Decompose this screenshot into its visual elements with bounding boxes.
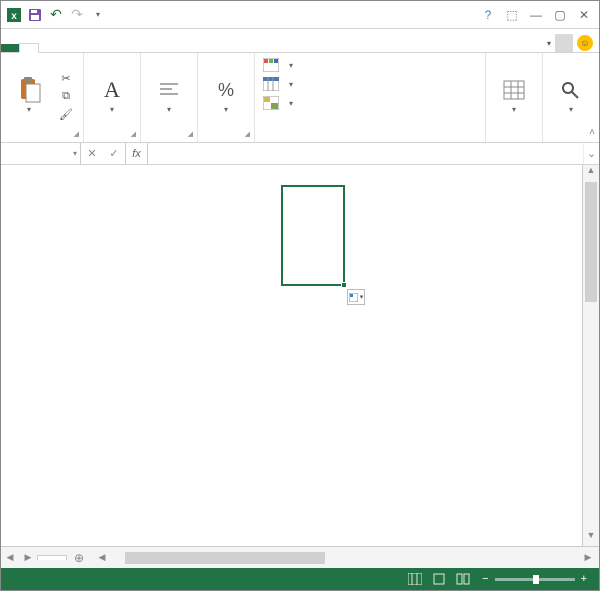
format-painter-icon[interactable]: 🖌 [57,107,75,123]
alignment-icon [157,78,181,102]
window-buttons: ? ⬚ — ▢ ✕ [477,6,595,24]
group-label-font [92,136,132,140]
group-alignment [141,53,198,142]
font-icon: A [100,78,124,102]
status-bar: − + [1,568,599,590]
group-label-styles [263,136,477,140]
zoom-slider[interactable] [495,578,575,581]
cut-icon[interactable]: ✂ [57,71,75,87]
tab-review[interactable] [75,44,93,52]
alignment-button[interactable] [149,78,189,115]
format-as-table-button[interactable] [263,76,293,92]
format-as-table-icon [263,77,279,91]
group-label-alignment [149,136,189,140]
tab-powerpivot[interactable] [111,44,129,52]
qat-custom-icon[interactable]: ▾ [89,6,107,24]
tab-loadtest[interactable] [93,44,111,52]
expand-formula-icon[interactable]: ⌄ [583,143,599,164]
user-area[interactable]: ▾ ☺ [543,34,599,52]
spreadsheet-grid[interactable]: ▲▼ [1,165,599,546]
sheet-tab-bar: ◀ ▶ ⊕ ◀▶ [1,546,599,568]
copy-icon[interactable]: ⧉ [57,89,75,105]
feedback-icon[interactable]: ☺ [577,35,593,51]
zoom-in-icon[interactable]: + [581,573,587,585]
sheet-nav-prev[interactable]: ◀ [1,552,19,563]
formula-bar: ✕ ✓ fx ⌄ [1,143,599,165]
number-button[interactable]: % [206,78,246,115]
font-button[interactable]: A [92,78,132,115]
group-label-clipboard [9,136,75,140]
sheet-nav-next[interactable]: ▶ [19,552,37,563]
undo-icon[interactable]: ↶ [47,6,65,24]
vertical-scrollbar[interactable]: ▲▼ [582,165,599,546]
cells-icon [502,78,526,102]
enter-formula-icon[interactable]: ✓ [103,147,125,160]
view-pagebreak-icon[interactable] [452,571,474,587]
horizontal-scrollbar[interactable]: ◀▶ [95,551,595,565]
ribbon-tabs: ▾ ☺ [1,29,599,53]
fill-handle[interactable] [341,282,347,288]
help-icon[interactable]: ? [477,6,499,24]
group-label-number [206,136,246,140]
collapse-ribbon-icon[interactable]: ˄ [589,127,595,138]
redo-icon[interactable]: ↷ [68,6,86,24]
view-normal-icon[interactable] [404,571,426,587]
group-font: A [84,53,141,142]
avatar[interactable] [555,34,573,52]
conditional-formatting-icon [263,58,279,72]
editing-button[interactable] [551,78,591,115]
group-label-editing [551,136,591,140]
cell-styles-button[interactable] [263,95,293,111]
save-icon[interactable] [26,6,44,24]
zoom-out-icon[interactable]: − [482,573,488,585]
sheet-tab[interactable] [37,555,67,560]
name-box[interactable] [1,143,81,164]
paste-button[interactable] [9,78,49,115]
view-pagelayout-icon[interactable] [428,571,450,587]
title-bar: x ↶ ↷ ▾ ? ⬚ — ▢ ✕ [1,1,599,29]
cells-button[interactable] [494,78,534,115]
paste-icon [17,78,41,102]
cancel-formula-icon[interactable]: ✕ [81,147,103,160]
tab-data[interactable] [57,44,75,52]
svg-text:x: x [11,11,17,22]
ribbon: ✂ ⧉ 🖌 A % [1,53,599,143]
number-icon: % [214,78,238,102]
group-label-cells [494,136,534,140]
tab-file[interactable] [1,44,19,52]
ribbon-opts-icon[interactable]: ⬚ [501,6,523,24]
minimize-icon[interactable]: — [525,6,547,24]
maximize-icon[interactable]: ▢ [549,6,571,24]
group-styles [255,53,486,142]
cell-styles-icon [263,96,279,110]
tab-team[interactable] [129,44,147,52]
excel-icon[interactable]: x [5,6,23,24]
conditional-formatting-button[interactable] [263,57,293,73]
autofill-options-button[interactable] [347,289,365,305]
group-cells [486,53,543,142]
group-number: % [198,53,255,142]
quick-access-toolbar: x ↶ ↷ ▾ [5,6,107,24]
formula-input[interactable] [148,143,583,164]
group-clipboard: ✂ ⧉ 🖌 [1,53,84,142]
tab-home[interactable] [19,43,39,53]
zoom-control[interactable]: − + [482,573,593,585]
tab-insert[interactable] [39,44,57,52]
add-sheet-button[interactable]: ⊕ [67,551,91,565]
editing-icon [559,78,583,102]
close-icon[interactable]: ✕ [573,6,595,24]
fx-icon[interactable]: fx [126,143,148,164]
